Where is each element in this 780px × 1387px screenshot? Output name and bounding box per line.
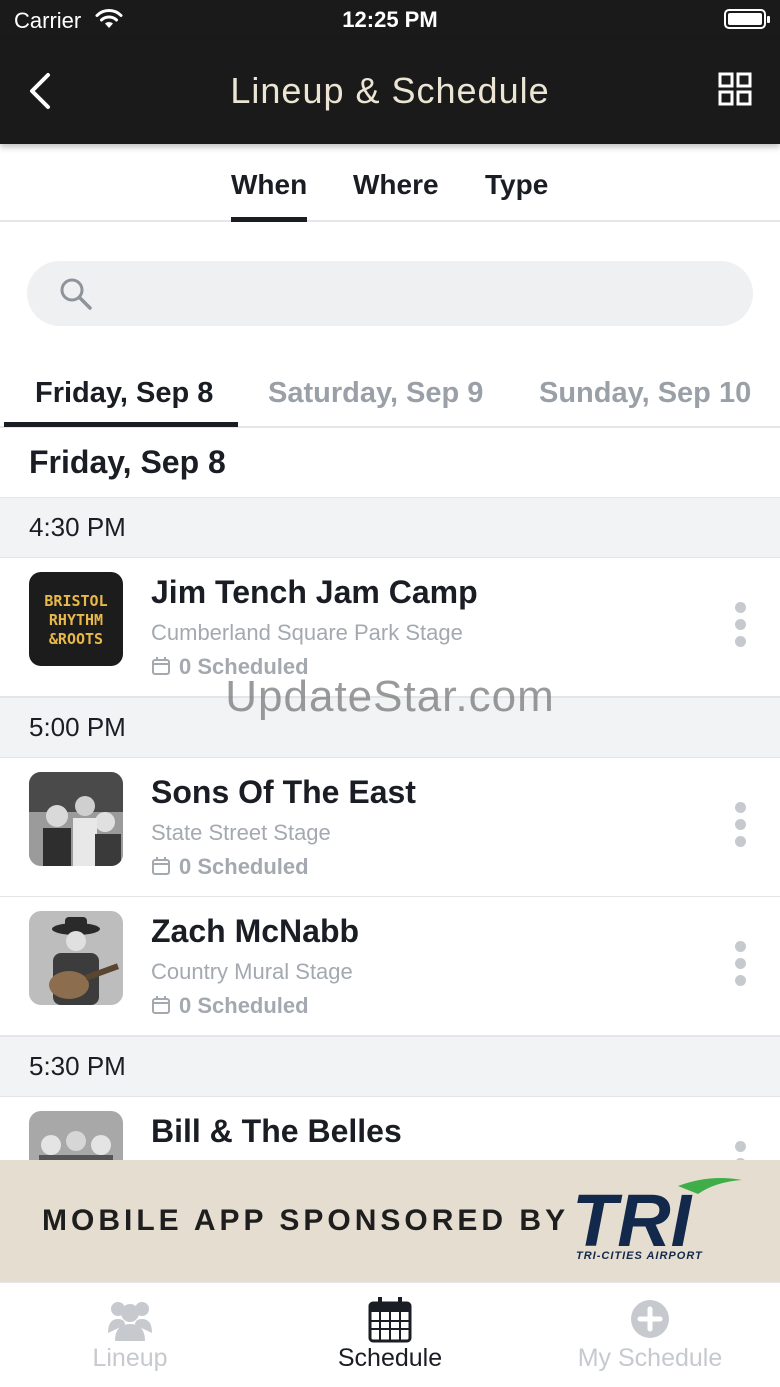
more-options-icon[interactable]: [732, 602, 748, 650]
day-tab-sunday[interactable]: Sunday, Sep 10: [539, 377, 751, 410]
more-options-icon[interactable]: [732, 941, 748, 989]
event-stage: Cumberland Square Park Stage: [151, 620, 463, 645]
event-stage: State Street Stage: [151, 820, 331, 845]
day-tabs: Friday, Sep 8 Saturday, Sep 9 Sunday, Se…: [0, 360, 780, 428]
plus-circle-icon: [631, 1300, 669, 1338]
active-day-indicator: [4, 422, 238, 427]
scheduled-label: 0 Scheduled: [179, 854, 309, 879]
filter-tabs: When Where Type: [0, 144, 780, 222]
event-title: Jim Tench Jam Camp: [151, 574, 478, 610]
event-row[interactable]: Zach McNabb Country Mural Stage 0 Schedu…: [0, 897, 780, 1036]
status-time: 12:25 PM: [342, 7, 438, 32]
day-heading: Friday, Sep 8: [29, 444, 226, 480]
status-bar: Carrier 12:25 PM: [0, 0, 780, 40]
scheduled-count: 0 Scheduled: [151, 854, 309, 880]
page-title: Lineup & Schedule: [230, 70, 550, 111]
tab-type[interactable]: Type: [485, 169, 548, 201]
time-header: 4:30 PM: [0, 497, 780, 558]
search-icon: [60, 278, 92, 310]
scheduled-label: 0 Scheduled: [179, 993, 309, 1018]
calendar-icon: [368, 1297, 412, 1343]
search-input[interactable]: [107, 269, 727, 317]
time-header: 5:30 PM: [0, 1036, 780, 1097]
event-stage: Country Mural Stage: [151, 959, 353, 984]
app-header: Lineup & Schedule: [0, 40, 780, 144]
nav-schedule-label: Schedule: [337, 1344, 443, 1372]
nav-my-schedule[interactable]: My Schedule: [520, 1283, 780, 1387]
time-label: 4:30 PM: [29, 512, 126, 542]
nav-lineup[interactable]: Lineup: [0, 1283, 260, 1387]
more-options-icon[interactable]: [732, 802, 748, 850]
nav-my-schedule-label: My Schedule: [577, 1344, 723, 1372]
artist-photo-image: [29, 911, 123, 1005]
calendar-small-icon: [152, 857, 170, 875]
event-thumbnail: BRISTOL RHYTHM &ROOTS: [29, 572, 123, 666]
svg-text:RHYTHM: RHYTHM: [49, 611, 103, 629]
sponsor-banner[interactable]: MOBILE APP SPONSORED BY TRI TRI-CITIES A…: [0, 1160, 780, 1282]
time-label: 5:30 PM: [29, 1051, 126, 1081]
sponsor-label: MOBILE APP SPONSORED BY: [42, 1204, 570, 1237]
band-photo-image: [29, 772, 123, 866]
event-title: Zach McNabb: [151, 913, 360, 949]
event-row[interactable]: Sons Of The East State Street Stage 0 Sc…: [0, 758, 780, 897]
event-thumbnail: [29, 911, 123, 1005]
battery-icon: [724, 9, 770, 29]
svg-text:&ROOTS: &ROOTS: [49, 630, 103, 648]
bottom-nav: Lineup Schedule My Schedule: [0, 1282, 780, 1387]
scheduled-count: 0 Scheduled: [151, 993, 309, 1019]
day-tab-friday[interactable]: Friday, Sep 8: [35, 377, 213, 410]
nav-lineup-label: Lineup: [92, 1344, 168, 1372]
people-icon: [108, 1302, 152, 1341]
event-title: Sons Of The East: [151, 774, 416, 810]
day-tab-saturday[interactable]: Saturday, Sep 9: [268, 377, 483, 410]
search-bar[interactable]: [27, 261, 753, 326]
nav-schedule[interactable]: Schedule: [260, 1283, 520, 1387]
watermark-text: UpdateStar.com: [225, 672, 555, 721]
event-title: Bill & The Belles: [151, 1113, 402, 1149]
event-thumbnail: [29, 772, 123, 866]
festival-logo-image: BRISTOL RHYTHM &ROOTS: [44, 592, 107, 648]
airport-name: TRI-CITIES AIRPORT: [576, 1250, 703, 1262]
calendar-small-icon: [152, 996, 170, 1014]
svg-text:BRISTOL: BRISTOL: [44, 592, 107, 610]
grid-icon[interactable]: [718, 72, 752, 106]
tab-where[interactable]: Where: [353, 169, 439, 201]
tab-when[interactable]: When: [231, 169, 308, 222]
